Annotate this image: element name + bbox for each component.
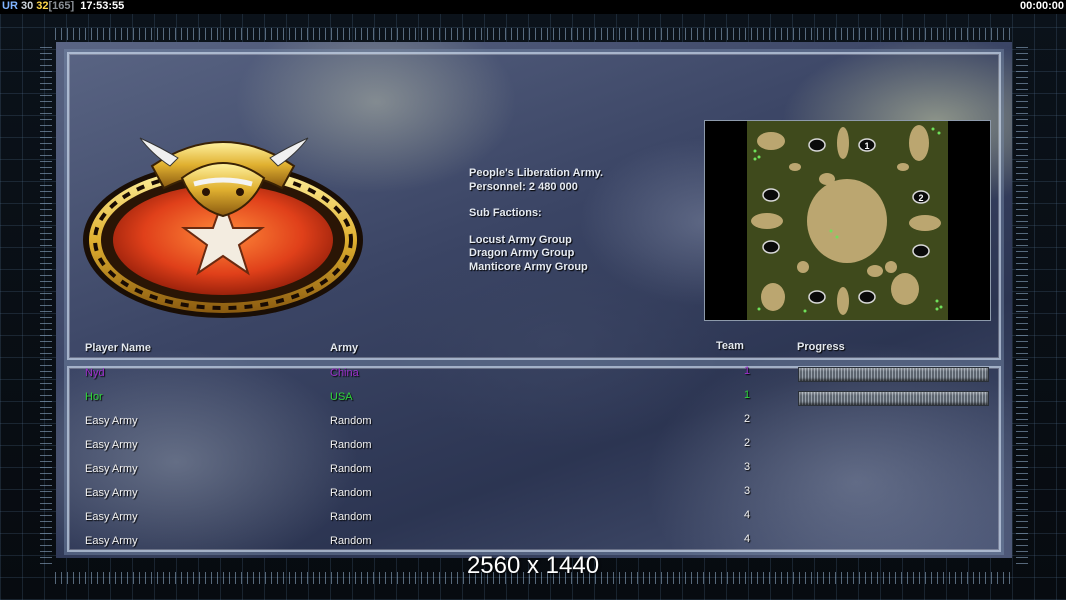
header-army: Army <box>330 342 359 354</box>
player-army: Random <box>330 415 372 427</box>
resolution-label: 2560 x 1440 <box>466 552 600 579</box>
player-team: 1 <box>744 389 751 401</box>
system-clock: 17:53:55 <box>80 0 125 12</box>
cap-bracket: [165] <box>48 0 75 12</box>
player-row: Easy Army Random 3 <box>0 461 1066 487</box>
player-name: Easy Army <box>85 487 138 499</box>
player-army: USA <box>330 391 353 403</box>
sub-faction-item: Locust Army Group <box>469 233 572 246</box>
player-army: Random <box>330 439 372 451</box>
start-marker-1: 1 <box>864 141 869 151</box>
map-preview: 1 2 <box>704 120 991 321</box>
sub-faction-item: Dragon Army Group <box>469 247 575 259</box>
player-team: 3 <box>744 485 751 497</box>
start-marker-2: 2 <box>918 193 923 203</box>
player-row: Easy Army Random 4 <box>0 509 1066 535</box>
player-army: Random <box>330 511 372 523</box>
game-timer: 00:00:00 <box>1019 0 1064 12</box>
player-name: Easy Army <box>85 439 138 451</box>
player-row: Easy Army Random 2 <box>0 437 1066 463</box>
sub-factions-title: Sub Factions: <box>469 207 542 219</box>
player-name: Easy Army <box>85 535 138 547</box>
header-player-name: Player Name <box>85 342 152 354</box>
player-row: Hor USA 1 <box>0 389 1066 415</box>
header-progress: Progress <box>797 341 845 353</box>
player-name: Hor <box>85 391 103 403</box>
faction-personnel: Personnel: 2 480 000 <box>469 180 578 193</box>
fps-cap-value: 32 <box>36 0 49 12</box>
faction-name: People's Liberation Army. <box>469 167 604 179</box>
player-team: 4 <box>744 533 751 545</box>
player-army: Random <box>330 463 372 475</box>
player-team: 1 <box>744 365 751 377</box>
player-team: 2 <box>744 413 751 425</box>
fps-value: 30 <box>20 0 34 12</box>
player-name: Easy Army <box>85 415 138 427</box>
player-name: Easy Army <box>85 511 138 523</box>
player-name: Nyd <box>85 367 105 379</box>
player-row: Easy Army Random 3 <box>0 485 1066 511</box>
perf-overlay: UR 30 32[165] 17:53:55 <box>2 0 124 13</box>
overlay-bar <box>0 0 1066 14</box>
player-army: Random <box>330 487 372 499</box>
ur-label: UR <box>2 0 18 12</box>
player-team: 2 <box>744 437 751 449</box>
player-row: Easy Army Random 2 <box>0 413 1066 439</box>
player-army: China <box>330 367 359 379</box>
loading-progress-bar <box>798 391 989 406</box>
faction-info: People's Liberation Army. Personnel: 2 4… <box>469 167 603 274</box>
player-army: Random <box>330 535 372 547</box>
china-dragon-emblem <box>83 137 363 318</box>
player-team: 4 <box>744 509 751 521</box>
player-name: Easy Army <box>85 463 138 475</box>
top-ruler <box>55 28 1011 40</box>
player-row: Nyd China 1 <box>0 365 1066 391</box>
loading-progress-bar <box>798 367 989 382</box>
player-team: 3 <box>744 461 751 473</box>
sub-faction-item: Manticore Army Group <box>469 260 588 273</box>
header-team: Team <box>716 340 744 352</box>
